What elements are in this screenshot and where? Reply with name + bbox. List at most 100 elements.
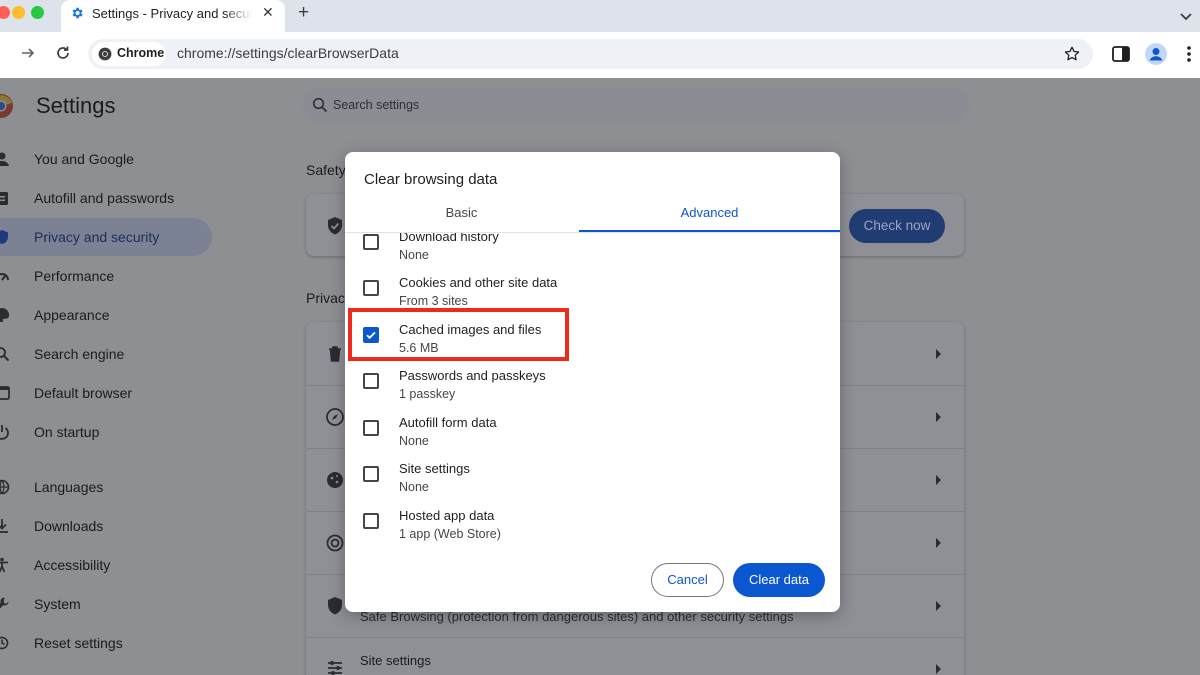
sidebar-item-label: Reset settings <box>34 635 123 651</box>
arrow-right-icon[interactable] <box>934 412 942 422</box>
power-icon <box>0 425 9 440</box>
sidebar-item-downloads[interactable]: Downloads <box>0 507 212 545</box>
tab-advanced[interactable]: Advanced <box>579 205 840 231</box>
site-info-chip[interactable]: Chrome <box>92 42 166 66</box>
chrome-logo-icon <box>0 94 13 118</box>
item-title: Cookies and other site data <box>399 275 558 290</box>
globe-icon <box>0 479 10 495</box>
list-item[interactable]: Autofill form data None <box>345 415 840 461</box>
profile-avatar-icon[interactable] <box>1145 43 1167 65</box>
item-subtitle: None <box>399 248 429 262</box>
passwords-checkbox[interactable] <box>363 373 379 389</box>
sliders-icon <box>328 661 342 675</box>
search-placeholder: Search settings <box>333 98 420 112</box>
sidebar-item-privacy[interactable]: Privacy and security <box>0 218 212 256</box>
item-subtitle: None <box>399 434 429 448</box>
minimize-window-button[interactable] <box>12 6 25 19</box>
clear-data-button[interactable]: Clear data <box>733 563 825 597</box>
sidebar-item-reset-settings[interactable]: Reset settings <box>0 624 212 662</box>
list-item[interactable]: Hosted app data 1 app (Web Store) <box>345 508 840 543</box>
tab-settings[interactable]: Settings - Privacy and security ✕ <box>61 0 285 32</box>
download-history-checkbox[interactable] <box>363 234 379 250</box>
item-subtitle: 1 app (Web Store) <box>399 527 501 541</box>
shield-check-icon <box>328 217 342 235</box>
item-title: Autofill form data <box>399 415 497 430</box>
sidebar-item-label: Accessibility <box>34 557 111 573</box>
arrow-right-icon[interactable] <box>934 664 942 674</box>
cancel-button[interactable]: Cancel <box>651 563 724 597</box>
close-tab-icon[interactable]: ✕ <box>262 4 274 21</box>
site-settings-row-title[interactable]: Site settings <box>360 653 431 668</box>
person-icon <box>0 152 9 166</box>
arrow-right-icon[interactable] <box>934 475 942 485</box>
compass-icon <box>326 408 344 426</box>
list-item[interactable]: Site settings None <box>345 461 840 507</box>
sidebar-item-label: System <box>34 596 81 612</box>
wrench-icon <box>0 597 9 609</box>
address-bar[interactable]: Chrome chrome://settings/clearBrowserDat… <box>88 39 1093 69</box>
shield-icon <box>0 230 8 244</box>
list-item[interactable]: Download history None <box>345 233 840 275</box>
sidebar-item-label: Privacy and security <box>34 229 160 245</box>
sidebar-item-performance[interactable]: Performance <box>0 257 212 295</box>
sidebar-item-appearance[interactable]: Appearance <box>0 296 212 334</box>
sidebar-item-label: Search engine <box>34 346 125 362</box>
item-title: Site settings <box>399 461 470 476</box>
chevron-down-icon[interactable] <box>1176 6 1196 26</box>
cookies-checkbox[interactable] <box>363 280 379 296</box>
item-subtitle: 1 passkey <box>399 387 456 401</box>
sidebar-item-accessibility[interactable]: Accessibility <box>0 546 212 584</box>
sidebar-item-search-engine[interactable]: Search engine <box>0 335 212 373</box>
cookie-icon <box>327 472 343 488</box>
arrow-right-icon[interactable] <box>934 538 942 548</box>
row-divider <box>306 637 964 638</box>
highlight-annotation-box <box>348 308 569 361</box>
dialog-title: Clear browsing data <box>364 171 498 188</box>
sidebar-item-label: Default browser <box>34 385 133 401</box>
new-tab-button[interactable]: + <box>298 2 309 24</box>
accessibility-icon <box>0 557 8 573</box>
bookmark-star-icon[interactable] <box>1063 45 1081 63</box>
autofill-checkbox[interactable] <box>363 420 379 436</box>
sidebar-item-label: On startup <box>34 424 100 440</box>
maximize-window-button[interactable] <box>31 6 44 19</box>
sidebar-item-autofill[interactable]: Autofill and passwords <box>0 179 212 217</box>
forward-arrow-icon[interactable] <box>20 45 36 61</box>
check-now-button[interactable]: Check now <box>849 209 945 243</box>
data-types-list[interactable]: Download history None Cookies and other … <box>345 233 840 543</box>
item-subtitle: None <box>399 480 429 494</box>
close-window-button[interactable] <box>0 6 10 19</box>
sidebar-item-languages[interactable]: Languages <box>0 468 212 506</box>
url-text[interactable]: chrome://settings/clearBrowserData <box>177 45 399 61</box>
more-menu-icon[interactable] <box>1186 45 1192 63</box>
sidebar-item-on-startup[interactable]: On startup <box>0 413 212 451</box>
item-subtitle: From 3 sites <box>399 294 468 308</box>
tab-basic[interactable]: Basic <box>345 205 578 231</box>
search-settings-bar[interactable]: Search settings <box>302 87 970 123</box>
site-chip-label: Chrome <box>117 46 165 60</box>
search-icon <box>312 97 328 113</box>
hosted-app-data-checkbox[interactable] <box>363 513 379 529</box>
site-settings-checkbox[interactable] <box>363 466 379 482</box>
sidebar-item-label: Downloads <box>34 518 104 534</box>
arrow-right-icon[interactable] <box>934 349 942 359</box>
side-panel-icon[interactable] <box>1112 46 1130 62</box>
arrow-right-icon[interactable] <box>934 601 942 611</box>
list-item[interactable]: Passwords and passkeys 1 passkey <box>345 368 840 414</box>
item-title: Passwords and passkeys <box>399 368 546 383</box>
gear-icon <box>72 7 83 19</box>
chrome-logo-icon <box>98 47 112 61</box>
section-heading-safety: Safety <box>306 162 346 178</box>
reload-icon[interactable] <box>55 45 71 61</box>
settings-title: Settings <box>36 93 116 118</box>
sidebar-item-label: You and Google <box>34 151 134 167</box>
gauge-icon <box>0 273 9 281</box>
clipboard-icon <box>0 192 8 205</box>
tab-strip: Settings - Privacy and security ✕ + <box>0 0 1200 32</box>
sidebar-item-label: Languages <box>34 479 104 495</box>
sidebar-item-default-browser[interactable]: Default browser <box>0 374 212 412</box>
sidebar-item-you-and-google[interactable]: You and Google <box>0 140 212 178</box>
ad-privacy-icon <box>326 534 344 552</box>
sidebar-item-system[interactable]: System <box>0 585 212 623</box>
item-title: Download history <box>399 233 499 244</box>
